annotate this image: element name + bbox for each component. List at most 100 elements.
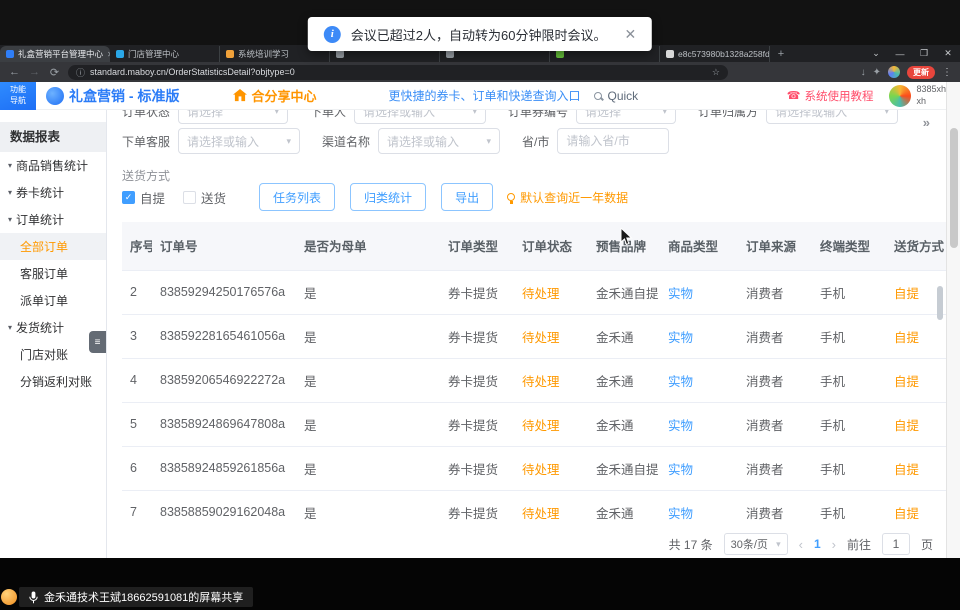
browser-update-badge[interactable]: 更新 bbox=[907, 66, 935, 79]
goto-label: 前往 bbox=[847, 536, 871, 553]
checkbox-self-pickup[interactable]: ✓ 自提 bbox=[122, 188, 165, 207]
cell-seq: 3 bbox=[122, 314, 152, 358]
cell-order-type: 券卡提货 bbox=[440, 402, 514, 446]
sidebar-item-order-stats[interactable]: ▾ 订单统计 bbox=[0, 206, 106, 233]
cell-product-type-link[interactable]: 实物 bbox=[660, 446, 738, 490]
extensions-icon[interactable]: ✦ bbox=[873, 67, 881, 78]
sidebar-item-all-orders[interactable]: 全部订单 bbox=[0, 233, 106, 260]
toast-close-icon[interactable]: ✕ bbox=[624, 26, 636, 43]
cell-is-parent: 是 bbox=[296, 314, 440, 358]
function-nav-toggle[interactable]: 功能 导航 bbox=[0, 82, 36, 110]
province-city-input[interactable] bbox=[557, 128, 669, 154]
app-header: 功能 导航 礼盒营销 - 标准版 合分享中心 更快捷的券卡、订单和快递查询入口 … bbox=[0, 82, 960, 110]
table-row: 6 83858924859261856a 是 券卡提货 待处理 金禾通自提 实物… bbox=[122, 446, 946, 490]
sidebar-item-card-stats[interactable]: ▾ 券卡统计 bbox=[0, 179, 106, 206]
forward-icon[interactable]: → bbox=[28, 66, 41, 78]
page-scrollbar-thumb[interactable] bbox=[950, 128, 958, 248]
sidebar-item-label: 券卡统计 bbox=[16, 184, 64, 201]
cell-product-type-link[interactable]: 实物 bbox=[660, 314, 738, 358]
service-agent-select[interactable]: 请选择或输入 ▾ bbox=[178, 128, 300, 154]
minimize-icon[interactable]: — bbox=[888, 49, 912, 59]
browser-profile-avatar[interactable] bbox=[888, 66, 900, 78]
download-icon[interactable]: ↓ bbox=[861, 67, 866, 78]
col-seq: 序号 bbox=[122, 222, 152, 270]
order-owner-select[interactable]: 请选择或输入 ▾ bbox=[766, 110, 898, 124]
sidebar-item-product-sales[interactable]: ▾ 商品销售统计 bbox=[0, 152, 106, 179]
channel-name-select[interactable]: 请选择或输入 ▾ bbox=[378, 128, 500, 154]
cell-source: 消费者 bbox=[738, 402, 812, 446]
checkbox-delivery[interactable]: 送货 bbox=[183, 188, 226, 207]
url-input[interactable]: ⓘ standard.maboy.cn/OrderStatisticsDetai… bbox=[68, 65, 728, 80]
new-tab-button[interactable]: + bbox=[770, 46, 792, 62]
quick-search[interactable]: Quick bbox=[594, 89, 638, 103]
cell-order-no: 83858924859261856a bbox=[152, 446, 296, 490]
cell-order-type: 券卡提货 bbox=[440, 314, 514, 358]
browser-addressbar: ← → ⟳ ⓘ standard.maboy.cn/OrderStatistic… bbox=[0, 62, 960, 82]
browser-tab-2[interactable]: 门店管理中心 bbox=[110, 46, 220, 62]
close-window-icon[interactable]: ✕ bbox=[936, 48, 960, 59]
browser-tab-7[interactable]: e8c573980b1328a258fd2e6 bbox=[660, 46, 770, 62]
tutorial-link[interactable]: ☎ 系统使用教程 bbox=[787, 88, 874, 104]
page-size-select[interactable]: 30条/页 ▾ bbox=[724, 533, 788, 555]
sidebar-item-rebate-reconciliation[interactable]: 分销返利对账 bbox=[0, 368, 106, 395]
sidebar-item-service-orders[interactable]: 客服订单 bbox=[0, 260, 106, 287]
table-scrollbar[interactable] bbox=[937, 286, 943, 320]
sidebar-item-label: 派单订单 bbox=[20, 292, 68, 309]
task-list-button[interactable]: 任务列表 bbox=[259, 183, 335, 211]
cell-product-type-link[interactable]: 实物 bbox=[660, 402, 738, 446]
refresh-icon[interactable]: ⟳ bbox=[48, 66, 61, 79]
sidebar-item-dispatch-orders[interactable]: 派单订单 bbox=[0, 287, 106, 314]
bookmark-star-icon[interactable]: ☆ bbox=[712, 67, 720, 78]
sidebar-item-label: 订单统计 bbox=[16, 211, 64, 228]
cell-terminal: 手机 bbox=[812, 358, 886, 402]
cell-product-type-link[interactable]: 实物 bbox=[660, 270, 738, 314]
col-delivery: 送货方式 bbox=[886, 222, 946, 270]
prev-page-icon[interactable]: ‹ bbox=[799, 537, 803, 552]
expand-arrow-icon: ▾ bbox=[8, 215, 12, 224]
cell-seq: 2 bbox=[122, 270, 152, 314]
browser-tab-1[interactable]: 礼盒营销平台管理中心 ✕ bbox=[0, 46, 110, 62]
back-icon[interactable]: ← bbox=[8, 66, 21, 78]
sidebar-collapse-handle[interactable]: ≡ bbox=[89, 331, 106, 353]
filter-collapse-icon[interactable]: » bbox=[923, 115, 930, 130]
order-status-select[interactable]: 请选择 ▾ bbox=[178, 110, 288, 124]
filter-label: 订单状态 bbox=[122, 110, 170, 120]
cell-source: 消费者 bbox=[738, 446, 812, 490]
export-button[interactable]: 导出 bbox=[441, 183, 493, 211]
cell-source: 消费者 bbox=[738, 358, 812, 402]
cell-brand: 金禾通 bbox=[588, 314, 660, 358]
cell-terminal: 手机 bbox=[812, 314, 886, 358]
table-row: 2 83859294250176576a 是 券卡提货 待处理 金禾通自提 实物… bbox=[122, 270, 946, 314]
cell-product-type-link[interactable]: 实物 bbox=[660, 490, 738, 528]
chevron-down-icon: ▾ bbox=[487, 136, 492, 147]
checkbox-label: 送货 bbox=[201, 188, 226, 207]
sidebar-item-label: 商品销售统计 bbox=[16, 157, 88, 174]
maximize-icon[interactable]: ❐ bbox=[912, 48, 936, 59]
tab-favicon bbox=[116, 50, 124, 58]
site-info-icon[interactable]: ⓘ bbox=[76, 66, 85, 79]
sidebar: 数据报表 ▾ 商品销售统计 ▾ 券卡统计 ▾ 订单统计 全部订单 客服订单 派单… bbox=[0, 110, 107, 558]
page-size-value: 30条/页 bbox=[731, 536, 768, 552]
filter-label: 下单客服 bbox=[122, 133, 170, 150]
cell-status: 待处理 bbox=[514, 490, 588, 528]
share-center-label: 合分享中心 bbox=[251, 86, 316, 105]
browser-menu-icon[interactable]: ⋮ bbox=[942, 67, 952, 78]
classify-stats-button[interactable]: 归类统计 bbox=[350, 183, 426, 211]
user-info[interactable]: 8385xh xh bbox=[889, 84, 946, 107]
tab-search-icon[interactable]: ⌄ bbox=[864, 48, 888, 59]
current-page[interactable]: 1 bbox=[814, 537, 821, 551]
orderer-select[interactable]: 请选择或输入 ▾ bbox=[354, 110, 486, 124]
main-content: 订单状态 请选择 ▾ 下单人 请选择或输入 ▾ 订单券编号 请选择 ▾ bbox=[107, 110, 946, 558]
cell-product-type-link[interactable]: 实物 bbox=[660, 358, 738, 402]
user-name: 8385xh xh bbox=[916, 84, 946, 107]
next-page-icon[interactable]: › bbox=[832, 537, 836, 552]
share-center-link[interactable]: 合分享中心 bbox=[233, 86, 316, 105]
delivery-filter-row: ✓ 自提 送货 任务列表 归类统计 导出 默认查询近一年数据 bbox=[122, 183, 628, 211]
url-text: standard.maboy.cn/OrderStatisticsDetail?… bbox=[90, 67, 295, 77]
goto-page-input[interactable] bbox=[882, 533, 910, 555]
meeting-toast: i 会议已超过2人，自动转为60分钟限时会议。 ✕ bbox=[308, 17, 652, 51]
user-avatar[interactable] bbox=[889, 85, 911, 107]
cell-order-type: 券卡提货 bbox=[440, 446, 514, 490]
user-id: 8385xh bbox=[916, 84, 946, 94]
coupon-number-select[interactable]: 请选择 ▾ bbox=[576, 110, 676, 124]
